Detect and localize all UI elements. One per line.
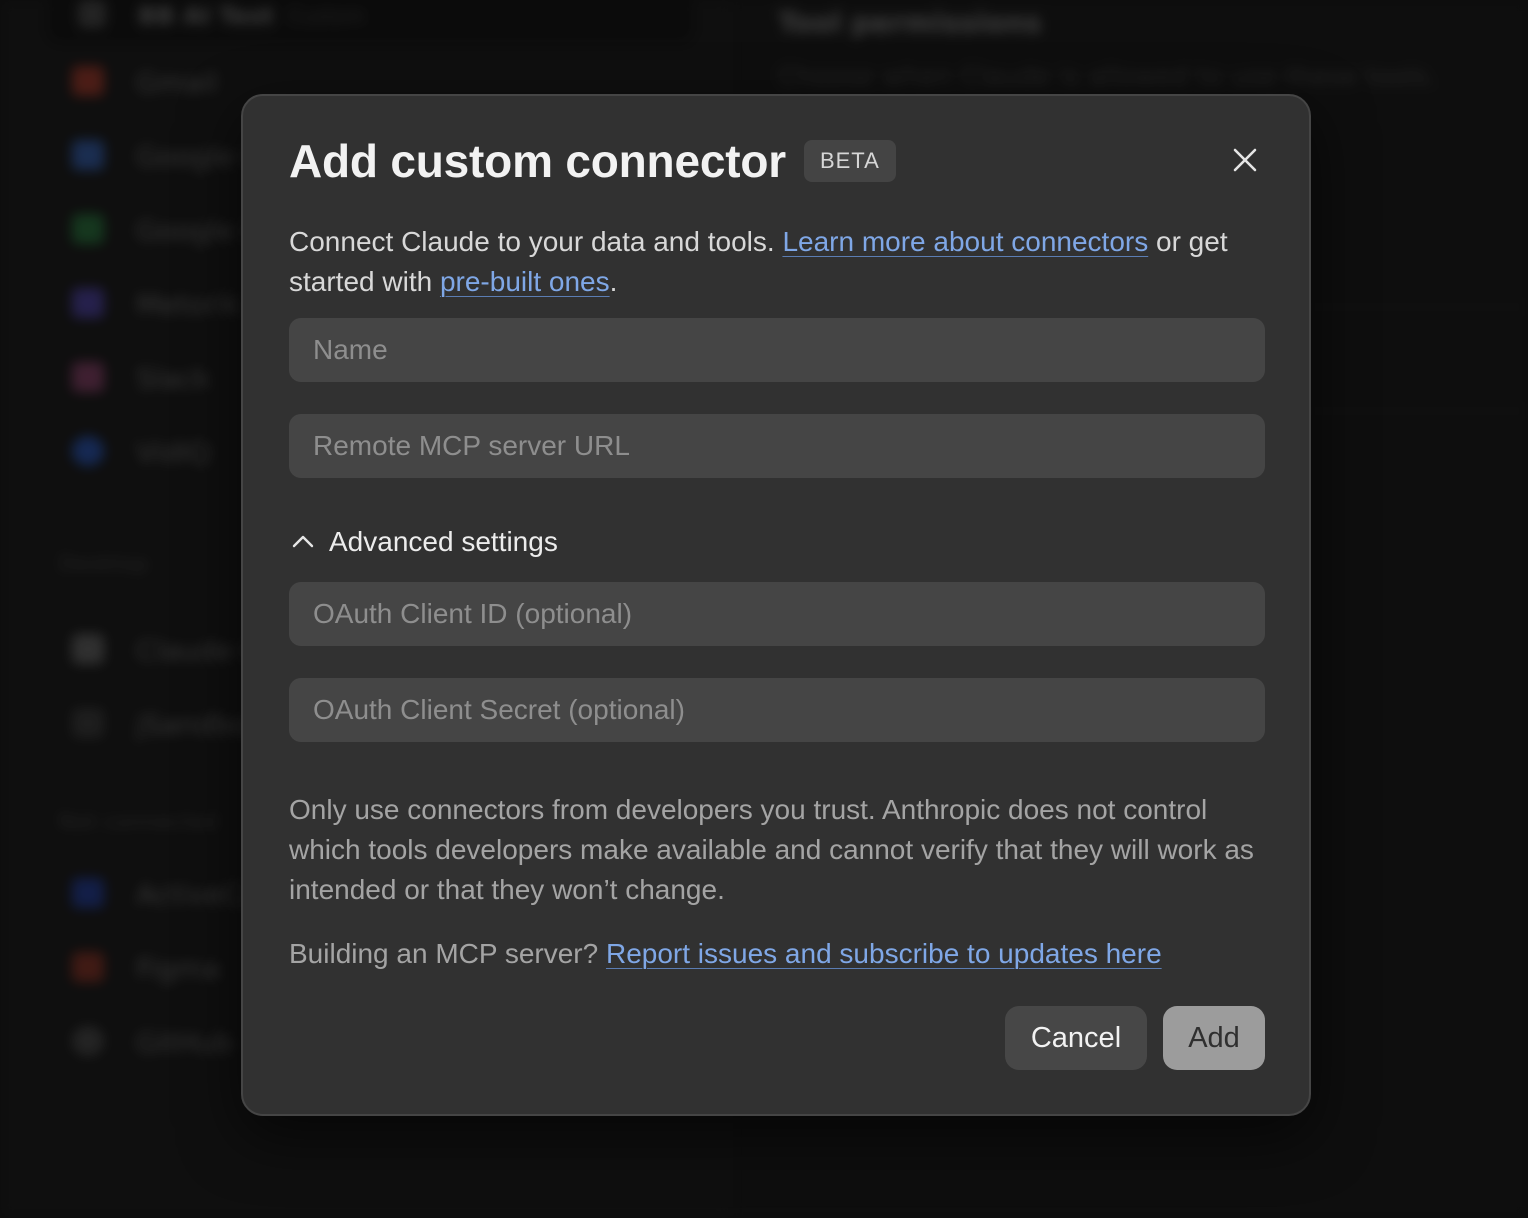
learn-more-connectors-link[interactable]: Learn more about connectors [782,226,1148,257]
advanced-settings-toggle[interactable]: Advanced settings [289,526,558,558]
dialog-description: Connect Claude to your data and tools. L… [289,222,1269,302]
advanced-settings-label: Advanced settings [329,526,558,557]
chevron-up-icon [292,535,314,548]
intro-text: . [609,266,618,297]
close-icon [1233,148,1257,172]
report-issues-link[interactable]: Report issues and subscribe to updates h… [606,938,1162,969]
name-input[interactable] [289,318,1265,382]
server-url-input[interactable] [289,414,1265,478]
dialog-header: Add custom connector BETA [289,134,896,188]
oauth-client-secret-input[interactable] [289,678,1265,742]
trust-warning: Only use connectors from developers you … [289,794,1254,905]
mcp-server-note: Building an MCP server? Report issues an… [289,934,1279,974]
beta-badge: BETA [803,140,896,182]
cancel-button[interactable]: Cancel [1005,1006,1147,1070]
intro-text: Connect Claude to your data and tools. [289,226,783,257]
add-button[interactable]: Add [1163,1006,1265,1070]
close-button[interactable] [1227,142,1263,178]
add-custom-connector-dialog: Add custom connector BETA Connect Claude… [241,94,1311,1116]
footer-text: Building an MCP server? [289,938,606,969]
dialog-title: Add custom connector [289,135,786,187]
pre-built-connectors-link[interactable]: pre-built ones [440,266,610,297]
oauth-client-id-input[interactable] [289,582,1265,646]
